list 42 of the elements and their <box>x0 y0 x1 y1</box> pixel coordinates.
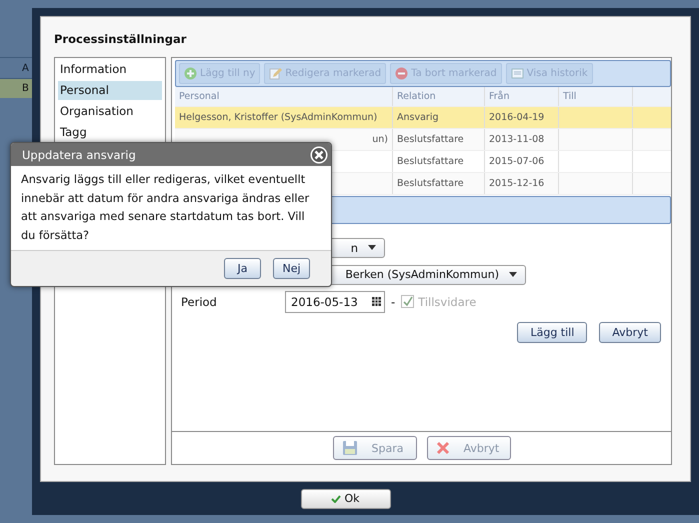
checkmark-icon <box>331 494 342 502</box>
date-field[interactable]: 2016-05-13 <box>285 290 385 312</box>
close-icon[interactable] <box>310 146 328 164</box>
table-cell: un) <box>372 134 388 145</box>
dialog-button[interactable]: Nej <box>273 258 310 279</box>
range-separator: - <box>391 294 396 308</box>
dialog-button[interactable]: Ja <box>224 258 261 279</box>
column-header: Relation <box>393 87 485 106</box>
column-header: Till <box>559 87 633 106</box>
checkmark-icon <box>402 296 414 307</box>
column-header: Personal <box>175 87 393 106</box>
table-cell: 2015-07-06 <box>489 156 544 167</box>
dialog-title: Uppdatera ansvarig <box>22 148 136 162</box>
column-header: A <box>22 62 29 74</box>
sidebar-item[interactable]: Tagg <box>58 123 162 142</box>
plus-icon <box>184 67 197 80</box>
minus-icon <box>395 67 408 80</box>
column-header: Från <box>485 87 559 106</box>
add-button[interactable]: Lägg till <box>517 322 588 342</box>
sidebar-item[interactable]: Information <box>58 60 162 79</box>
sidebar-item[interactable]: Organisation <box>58 102 162 121</box>
table-cell: 2015-12-16 <box>489 178 544 189</box>
field-label: Period <box>181 294 218 308</box>
ok-button[interactable]: Ok <box>300 488 390 508</box>
table-cell: 2016-04-19 <box>489 112 544 123</box>
table-row[interactable]: Helgesson, Kristoffer (SysAdminKommun) Ansvarig 2016-04-19 <box>175 107 671 129</box>
cross-icon <box>436 441 450 455</box>
cancel-button[interactable]: Avbryt <box>599 322 661 342</box>
table-cell: Beslutsfattare <box>397 134 464 145</box>
caret-icon <box>509 272 517 277</box>
caret-icon <box>368 245 376 250</box>
document-icon <box>510 67 524 80</box>
table-cell: Helgesson, Kristoffer (SysAdminKommun) <box>179 112 378 123</box>
table-cell: Beslutsfattare <box>397 156 464 167</box>
pencil-icon <box>269 67 282 80</box>
calendar-icon <box>372 297 381 306</box>
table-cell: Ansvarig <box>397 112 438 123</box>
table-cell: 2013-11-08 <box>489 134 544 145</box>
table-cell: Beslutsfattare <box>397 178 464 189</box>
sidebar-item[interactable]: Personal <box>58 81 162 100</box>
window-title: Processinställningar <box>54 31 188 48</box>
table-cell: B <box>22 83 29 94</box>
